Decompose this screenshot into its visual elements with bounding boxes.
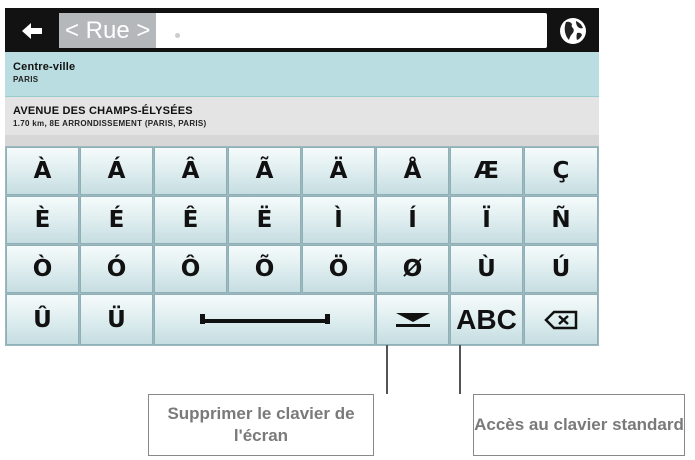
key[interactable]: Ñ bbox=[524, 196, 598, 244]
key[interactable]: Æ bbox=[450, 147, 523, 195]
accent-keyboard: À Á Â Ã Ä Å Æ Ç È É Ê Ë Ì Í Ï Ñ Ò Ó Ô Õ … bbox=[5, 146, 599, 346]
search-placeholder: < Rue > bbox=[59, 13, 157, 48]
key[interactable]: Ô bbox=[154, 245, 227, 293]
result-item-champs-elysees[interactable]: AVENUE DES CHAMPS-ÉLYSÉES 1.70 km, 8E AR… bbox=[5, 97, 599, 135]
result-subtitle: PARIS bbox=[13, 75, 39, 84]
key[interactable]: Õ bbox=[228, 245, 301, 293]
callout-leader-standard-keyboard bbox=[459, 345, 461, 394]
key[interactable]: À bbox=[6, 147, 79, 195]
key[interactable]: Ü bbox=[80, 294, 153, 345]
callout-leader-hide-keyboard bbox=[386, 345, 388, 394]
key[interactable]: Ú bbox=[524, 245, 598, 293]
hide-keyboard-button[interactable] bbox=[376, 294, 449, 345]
key[interactable]: Ï bbox=[450, 196, 523, 244]
callout-hide-keyboard: Supprimer le clavier de l'écran bbox=[148, 394, 374, 456]
key[interactable]: Ø bbox=[376, 245, 449, 293]
result-title: AVENUE DES CHAMPS-ÉLYSÉES bbox=[13, 105, 193, 117]
result-item-centre-ville[interactable]: Centre-ville PARIS bbox=[5, 52, 599, 97]
key[interactable]: Ç bbox=[524, 147, 598, 195]
key[interactable]: Í bbox=[376, 196, 449, 244]
key[interactable]: Â bbox=[154, 147, 227, 195]
top-bar: < Rue > bbox=[5, 8, 599, 52]
space-bar[interactable] bbox=[154, 294, 375, 345]
back-button[interactable] bbox=[9, 15, 55, 47]
key[interactable]: Ä bbox=[302, 147, 375, 195]
key[interactable]: Ó bbox=[80, 245, 153, 293]
globe-button[interactable] bbox=[553, 14, 593, 47]
key[interactable]: Ù bbox=[450, 245, 523, 293]
key[interactable]: Ì bbox=[302, 196, 375, 244]
backspace-icon bbox=[544, 310, 578, 329]
key[interactable]: È bbox=[6, 196, 79, 244]
key[interactable]: Å bbox=[376, 147, 449, 195]
key[interactable]: Ë bbox=[228, 196, 301, 244]
hide-keyboard-icon bbox=[395, 312, 430, 327]
text-cursor-icon bbox=[175, 33, 180, 38]
navigation-device-screen: < Rue > Centre-ville PARIS AVENUE DES CH… bbox=[5, 8, 599, 346]
key[interactable]: Ò bbox=[6, 245, 79, 293]
key[interactable]: Ã bbox=[228, 147, 301, 195]
abc-keyboard-button[interactable]: ABC bbox=[450, 294, 523, 345]
backspace-button[interactable] bbox=[524, 294, 598, 345]
key[interactable]: Û bbox=[6, 294, 79, 345]
globe-icon bbox=[560, 17, 586, 44]
key[interactable]: Á bbox=[80, 147, 153, 195]
results-divider bbox=[5, 135, 599, 146]
callout-standard-keyboard: Accès au clavier standard bbox=[473, 394, 685, 456]
key[interactable]: É bbox=[80, 196, 153, 244]
result-subtitle: 1.70 km, 8E ARRONDISSEMENT (PARIS, PARIS… bbox=[13, 119, 207, 128]
key[interactable]: Ö bbox=[302, 245, 375, 293]
space-bar-icon bbox=[199, 313, 330, 324]
back-arrow-icon bbox=[22, 23, 42, 39]
key[interactable]: Ê bbox=[154, 196, 227, 244]
search-input[interactable]: < Rue > bbox=[59, 13, 547, 48]
result-title: Centre-ville bbox=[13, 61, 76, 73]
